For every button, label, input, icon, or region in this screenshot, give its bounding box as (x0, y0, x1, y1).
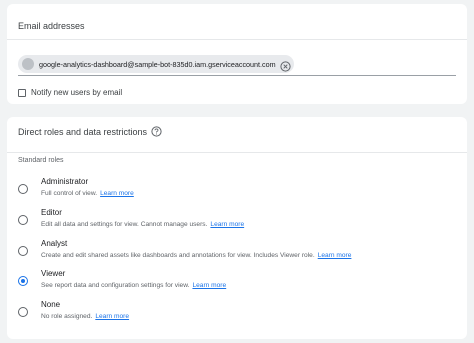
avatar (22, 58, 34, 70)
learn-more-link[interactable]: Learn more (95, 313, 129, 320)
roles-title-text: Direct roles and data restrictions (18, 126, 148, 137)
divider (7, 152, 467, 153)
notify-users-label: Notify new users by email (31, 88, 123, 97)
learn-more-link[interactable]: Learn more (318, 252, 352, 259)
role-name: Analyst (41, 239, 68, 248)
learn-more-link[interactable]: Learn more (210, 221, 244, 228)
email-chip[interactable]: google-analytics-dashboard@sample-bot-83… (18, 55, 294, 73)
email-addresses-title: Email addresses (18, 21, 85, 31)
analyst-radio[interactable] (18, 246, 28, 256)
learn-more-link[interactable]: Learn more (100, 190, 134, 197)
email-addresses-card: Email addresses google-analytics-dashboa… (7, 4, 467, 104)
learn-more-link[interactable]: Learn more (192, 282, 226, 289)
role-option-editor[interactable]: Editor Edit all data and settings for vi… (18, 208, 456, 234)
role-description-text: No role assigned. (41, 313, 93, 320)
role-description: See report data and configuration settin… (41, 282, 226, 289)
role-description-text: Create and edit shared assets like dashb… (41, 252, 315, 259)
role-description-text: Edit all data and settings for view. Can… (41, 221, 208, 228)
role-option-none[interactable]: None No role assigned. Learn more (18, 300, 456, 326)
role-name: None (41, 300, 61, 309)
editor-radio[interactable] (18, 215, 28, 225)
role-description: Full control of view. Learn more (41, 190, 134, 197)
administrator-radio[interactable] (18, 184, 28, 194)
role-description: No role assigned. Learn more (41, 313, 129, 320)
email-input-field[interactable]: google-analytics-dashboard@sample-bot-83… (18, 54, 456, 76)
standard-roles-label: Standard roles (18, 157, 64, 164)
role-name: Editor (41, 208, 62, 217)
viewer-radio[interactable] (18, 276, 28, 286)
none-radio[interactable] (18, 307, 28, 317)
role-name: Viewer (41, 269, 66, 278)
remove-chip-icon[interactable] (280, 59, 291, 72)
notify-users-checkbox[interactable] (18, 88, 26, 97)
role-description: Create and edit shared assets like dashb… (41, 252, 351, 259)
email-chip-text: google-analytics-dashboard@sample-bot-83… (39, 59, 276, 69)
notify-users-row[interactable]: Notify new users by email (18, 88, 122, 97)
role-name: Administrator (41, 177, 89, 186)
roles-section-title: Direct roles and data restrictions (18, 126, 162, 137)
role-option-viewer[interactable]: Viewer See report data and configuration… (18, 269, 456, 295)
role-description-text: See report data and configuration settin… (41, 282, 190, 289)
role-description: Edit all data and settings for view. Can… (41, 221, 244, 228)
roles-card: Direct roles and data restrictions Stand… (7, 117, 467, 339)
role-description-text: Full control of view. (41, 190, 98, 197)
role-option-analyst[interactable]: Analyst Create and edit shared assets li… (18, 239, 456, 265)
help-icon[interactable] (151, 126, 162, 137)
role-option-administrator[interactable]: Administrator Full control of view. Learn… (18, 177, 456, 203)
divider (7, 39, 467, 40)
